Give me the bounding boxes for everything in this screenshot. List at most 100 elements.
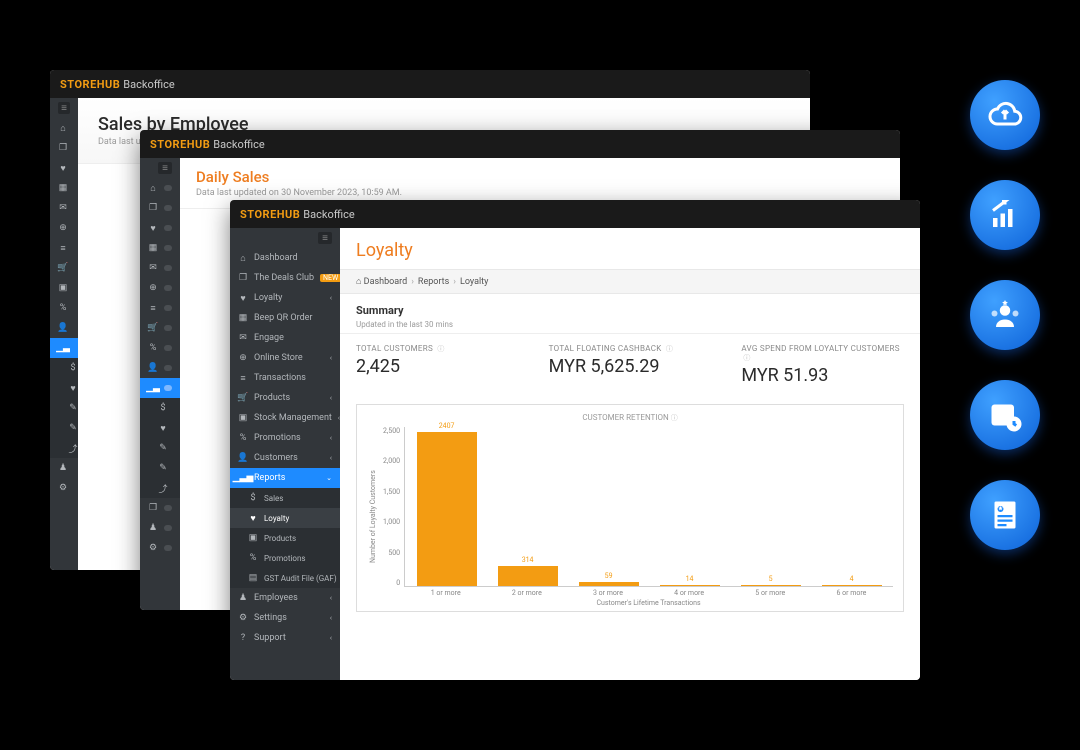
metrics-row: TOTAL CUSTOMERS ⓘ 2,425 TOTAL FLOATING C… xyxy=(340,333,920,396)
bar[interactable]: 2407 xyxy=(417,432,477,586)
sidebar-item[interactable]: ⊕ xyxy=(140,278,180,298)
info-icon[interactable]: ⓘ xyxy=(437,345,444,353)
bar-value: 2407 xyxy=(439,422,455,430)
sidebar-item-reports[interactable]: ▁▃ xyxy=(140,378,180,398)
info-icon[interactable]: ⓘ xyxy=(671,414,678,422)
sidebar-subitem[interactable]: ♥ xyxy=(140,418,180,438)
sidebar-subitem-gst-audit-file-(gaf)[interactable]: ▤GST Audit File (GAF) xyxy=(230,568,340,588)
sidebar-item-label: Online Store xyxy=(254,353,303,363)
gift-icon: ❐ xyxy=(238,273,248,283)
sidebar-item[interactable]: ⚙ xyxy=(140,538,180,558)
sidebar-item-reports[interactable]: ▁▃ xyxy=(50,338,78,358)
globe-icon: ⊕ xyxy=(238,353,248,363)
bar[interactable]: 5 xyxy=(741,585,801,586)
sidebar-item-promotions[interactable]: %Promotions‹ xyxy=(230,428,340,448)
sidebar-subitem[interactable]: ⤴ xyxy=(50,438,78,458)
sidebar-item[interactable]: ❐ xyxy=(50,138,78,158)
sidebar-item-engage[interactable]: ✉Engage xyxy=(230,328,340,348)
sidebar-item[interactable]: 🛒 xyxy=(140,318,180,338)
sidebar-subitem-promotions[interactable]: %Promotions xyxy=(230,548,340,568)
home-icon[interactable]: ⌂ xyxy=(356,277,361,287)
breadcrumb-item[interactable]: Dashboard xyxy=(364,277,408,287)
metric-card: TOTAL FLOATING CASHBACK ⓘ MYR 5,625.29 xyxy=(549,344,712,386)
sidebar-item-label: Reports xyxy=(254,473,285,483)
bar-value: 5 xyxy=(769,575,773,583)
box-icon: ▣ xyxy=(238,413,248,423)
sidebar-subitem-products[interactable]: ▣Products xyxy=(230,528,340,548)
bar-column: 59 xyxy=(573,582,644,586)
menu-toggle-icon[interactable]: ≡ xyxy=(58,102,70,114)
sidebar-item-label: Customers xyxy=(254,453,298,463)
sidebar-item-employees[interactable]: ♟Employees‹ xyxy=(230,588,340,608)
sidebar-item[interactable]: ≡ xyxy=(50,238,78,258)
sidebar-item[interactable]: 👤 xyxy=(50,318,78,338)
sidebar-subitem[interactable]: ✎ xyxy=(50,418,78,438)
sidebar-item-loyalty[interactable]: ♥Loyalty‹ xyxy=(230,288,340,308)
sidebar-item-customers[interactable]: 👤Customers‹ xyxy=(230,448,340,468)
info-icon[interactable]: ⓘ xyxy=(743,354,750,362)
breadcrumb-item[interactable]: Loyalty xyxy=(460,277,488,287)
breadcrumb-item[interactable]: Reports xyxy=(418,277,449,287)
sidebar-item[interactable]: ✉ xyxy=(50,198,78,218)
sidebar-subitem[interactable]: $ xyxy=(50,358,78,378)
sidebar-item[interactable]: ▦ xyxy=(140,238,180,258)
sidebar-subitem-sales[interactable]: $Sales xyxy=(230,488,340,508)
sidebar-item-beep-qr-order[interactable]: ▦Beep QR Order xyxy=(230,308,340,328)
sidebar-subitem[interactable]: ✎ xyxy=(50,398,78,418)
sidebar-item[interactable]: ✉ xyxy=(140,258,180,278)
sidebar-collapsed: ≡ ⌂ ❐ ♥ ▦ ✉ ⊕ ≡ 🛒 ▣ % 👤 ▁▃ $ ♥ ✎ ✎ ⤴ ♟ ⚙ xyxy=(50,98,78,570)
bar[interactable]: 59 xyxy=(579,582,639,586)
sidebar-item[interactable]: % xyxy=(140,338,180,358)
sidebar-subitem-loyalty[interactable]: ♥Loyalty xyxy=(230,508,340,528)
sidebar-item[interactable]: ⊕ xyxy=(50,218,78,238)
sidebar-item[interactable]: ♥ xyxy=(140,218,180,238)
breadcrumb: ⌂ Dashboard›Reports›Loyalty xyxy=(340,269,920,294)
sidebar-item-online-store[interactable]: ⊕Online Store‹ xyxy=(230,348,340,368)
growth-chart-icon xyxy=(970,180,1040,250)
sidebar-item-products[interactable]: 🛒Products‹ xyxy=(230,388,340,408)
sidebar-item[interactable]: ♟ xyxy=(140,518,180,538)
sidebar-item[interactable]: ❐ xyxy=(140,498,180,518)
sidebar-item-support[interactable]: ?Support‹ xyxy=(230,628,340,648)
page-updated: Data last updated on 30 November 2023, 1… xyxy=(196,188,884,198)
sidebar-item[interactable]: ≡ xyxy=(140,298,180,318)
sidebar-item[interactable]: ▣ xyxy=(50,278,78,298)
menu-toggle-icon[interactable]: ≡ xyxy=(158,162,172,174)
x-axis-ticks: 1 or more2 or more3 or more4 or more5 or… xyxy=(404,587,893,597)
info-icon[interactable]: ⓘ xyxy=(666,345,673,353)
bar[interactable]: 4 xyxy=(822,585,882,586)
sidebar-subitem[interactable]: ✎ xyxy=(140,438,180,458)
sidebar-item[interactable]: ⚙ xyxy=(50,478,78,498)
sidebar-item[interactable]: 👤 xyxy=(140,358,180,378)
sidebar-item-reports[interactable]: ▁▃▅Reports⌄ xyxy=(230,468,340,488)
sidebar-item[interactable]: ⌂ xyxy=(50,118,78,138)
heart-icon: ♥ xyxy=(248,513,258,523)
sidebar-item[interactable]: ♟ xyxy=(50,458,78,478)
sidebar-subitem[interactable]: $ xyxy=(140,398,180,418)
sidebar-item-stock-management[interactable]: ▣Stock Management‹ xyxy=(230,408,340,428)
calendar-clock-icon xyxy=(970,380,1040,450)
cart-icon: 🛒 xyxy=(238,393,248,403)
sidebar-item-transactions[interactable]: ≡Transactions xyxy=(230,368,340,388)
bar-column: 5 xyxy=(735,585,806,586)
sidebar-item-the-deals-club[interactable]: ❐The Deals ClubNEW xyxy=(230,268,340,288)
sidebar-item-dashboard[interactable]: ⌂Dashboard xyxy=(230,248,340,268)
sidebar-item[interactable]: ▦ xyxy=(50,178,78,198)
sidebar-subitem[interactable]: ♥ xyxy=(50,378,78,398)
team-icon xyxy=(970,280,1040,350)
sidebar-item[interactable]: ♥ xyxy=(50,158,78,178)
brand-suffix: Backoffice xyxy=(303,208,354,221)
sidebar-item-settings[interactable]: ⚙Settings‹ xyxy=(230,608,340,628)
sidebar-item[interactable]: ⌂ xyxy=(140,178,180,198)
sidebar-item[interactable]: ❐ xyxy=(140,198,180,218)
sidebar-item[interactable]: % xyxy=(50,298,78,318)
home-icon: ⌂ xyxy=(238,253,248,263)
menu-toggle-icon[interactable]: ≡ xyxy=(318,232,332,244)
metric-value: MYR 51.93 xyxy=(741,365,904,386)
bar[interactable]: 14 xyxy=(660,585,720,586)
sidebar-subitem[interactable]: ✎ xyxy=(140,458,180,478)
sidebar-item[interactable]: 🛒 xyxy=(50,258,78,278)
sidebar-subitem[interactable]: ⤴ xyxy=(140,478,180,498)
bar[interactable]: 314 xyxy=(498,566,558,586)
y-axis-ticks: 2,5002,0001,5001,0005000 xyxy=(379,427,404,587)
